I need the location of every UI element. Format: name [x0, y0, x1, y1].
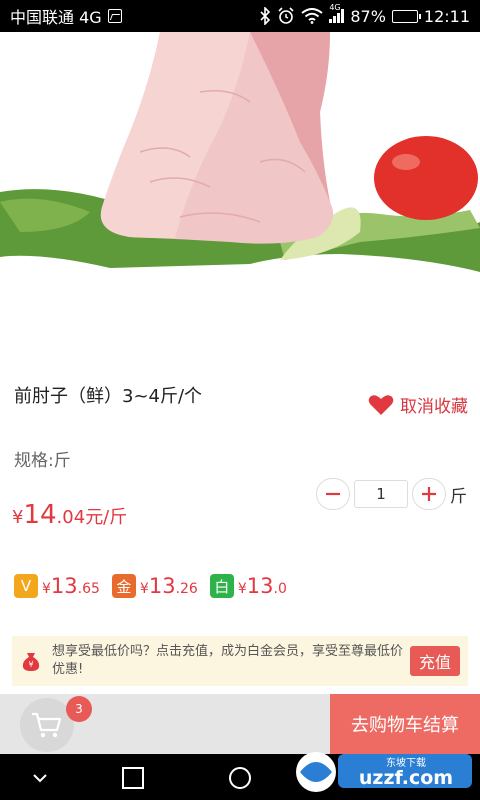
promo-banner: ¥ 想享受最低价吗？点击充值，成为白金会员，享受至尊最低价优惠! 充值	[12, 636, 468, 686]
clock: 12:11	[423, 6, 470, 26]
product-price: ¥14.04元/斤	[12, 500, 127, 530]
bottom-bar: 3 去购物车结算	[0, 694, 480, 754]
uzzf-watermark-logo: 东坡下载 uzzf.com	[296, 752, 472, 792]
tier-decimal: .0	[273, 581, 287, 597]
tier-gold: 金 ¥13.26	[111, 574, 198, 598]
battery-icon	[391, 9, 421, 23]
wifi-icon	[301, 8, 323, 24]
tier-price: ¥13.0	[238, 574, 287, 598]
product-image	[0, 32, 480, 360]
network-type-label: 4G	[329, 3, 341, 12]
favorite-label: 取消收藏	[400, 397, 468, 417]
quantity-unit: 斤	[450, 486, 467, 507]
minus-icon	[326, 492, 340, 496]
tier-integer: 13	[246, 574, 274, 598]
tier-integer: 13	[50, 574, 78, 598]
gold-badge-icon: 金	[111, 574, 136, 598]
plus-icon	[422, 487, 436, 501]
back-icon[interactable]	[28, 766, 52, 790]
tier-currency: ¥	[139, 581, 149, 597]
member-prices: V ¥13.65 金 ¥13.26 白 ¥13.0	[14, 574, 299, 598]
recharge-button[interactable]: 充值	[410, 646, 460, 676]
platinum-badge-icon: 白	[209, 574, 234, 598]
price-integer: 14	[23, 500, 57, 530]
heart-icon	[368, 394, 394, 415]
cell-signal: 4G	[329, 3, 345, 23]
status-bar: 中国联通 4G 4G 87% 12:11	[0, 0, 480, 32]
price-decimal: .04	[56, 507, 86, 528]
tier-vip: V ¥13.65	[14, 574, 100, 598]
battery-percent: 87%	[350, 6, 386, 26]
cart-icon	[32, 712, 62, 738]
quantity-input[interactable]: 1	[354, 480, 408, 508]
recents-icon[interactable]	[121, 766, 145, 790]
checkout-button[interactable]: 去购物车结算	[330, 694, 480, 754]
alarm-icon	[278, 7, 294, 24]
status-right: 4G 87% 12:11	[259, 3, 470, 26]
product-spec: 规格:斤	[14, 451, 71, 471]
tier-currency: ¥	[237, 581, 247, 597]
svg-text:¥: ¥	[28, 660, 33, 669]
bluetooth-icon	[260, 7, 271, 25]
pork-hock-illustration	[0, 32, 480, 272]
carrier-label: 中国联通 4G	[10, 8, 102, 27]
money-bag-icon: ¥	[22, 653, 40, 671]
tier-platinum: 白 ¥13.0	[209, 574, 287, 598]
decrease-button[interactable]	[316, 478, 350, 510]
tier-price: ¥13.26	[140, 574, 198, 598]
screen: 中国联通 4G 4G 87% 12:11 前肘子（鲜）3~4斤/个 取消收藏 规…	[0, 0, 480, 800]
tier-decimal: .26	[175, 581, 198, 597]
vip-badge-icon: V	[14, 574, 38, 598]
tier-currency: ¥	[42, 581, 51, 597]
home-icon[interactable]	[228, 766, 252, 790]
increase-button[interactable]	[412, 478, 446, 510]
cart-count-badge: 3	[66, 696, 92, 722]
price-currency: ¥	[12, 507, 24, 528]
tier-price: ¥13.65	[42, 574, 100, 598]
quantity-stepper: 1 斤	[316, 478, 467, 510]
product-title: 前肘子（鲜）3~4斤/个	[14, 386, 203, 407]
tier-integer: 13	[148, 574, 176, 598]
image-notification-icon	[107, 9, 122, 23]
price-unit: 元/斤	[85, 507, 128, 528]
status-left: 中国联通 4G	[10, 4, 122, 28]
favorite-toggle[interactable]: 取消收藏	[368, 392, 468, 417]
tier-decimal: .65	[77, 581, 100, 597]
watermark-text: uzzf.com	[359, 767, 453, 789]
promo-text: 想享受最低价吗？点击充值，成为白金会员，享受至尊最低价优惠!	[52, 644, 404, 677]
